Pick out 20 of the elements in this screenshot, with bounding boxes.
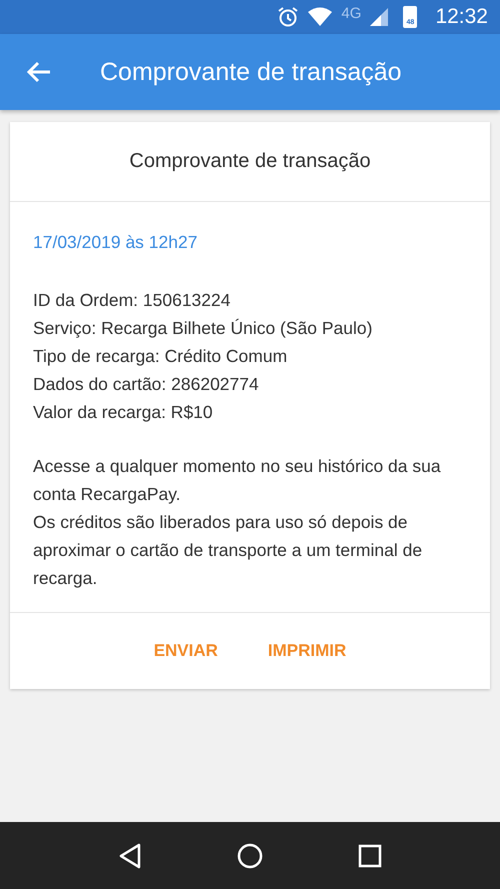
home-icon[interactable] [236,842,263,868]
detail-line: Dados do cartão: 286202774 [33,373,260,396]
action-button[interactable]: IMPRIMIR [258,635,356,667]
signal-icon [369,7,390,27]
recents-icon[interactable] [358,844,382,868]
note-text: Os créditos são liberados para uso só depois de aproximar o cartão de transporte a um terminal de recarga. [33,511,424,590]
transaction-date: 17/03/2019 às 12h27 [33,231,198,254]
wifi-icon [307,7,334,27]
detail-line: ID da Ordem: 150613224 [33,289,232,312]
detail-line: Tipo de recarga: Crédito Comum [33,345,288,368]
detail-line: Valor da recarga: R$10 [33,401,214,424]
action-button[interactable]: ENVIAR [144,635,228,667]
network-label: 4G [341,5,362,22]
app-bar-title: Comprovante de transação [100,58,402,86]
alarm-clock-icon [277,6,300,28]
detail-line: Serviço: Recarga Bilhete Único (São Paulo) [33,317,374,340]
card-title: Comprovante de transação [129,150,371,173]
back-nav-icon[interactable] [118,842,142,868]
note-text: Acesse a qualquer momento no seu histórico da sua conta RecargaPay. [33,455,442,506]
status-time: 12:32 [435,5,488,29]
